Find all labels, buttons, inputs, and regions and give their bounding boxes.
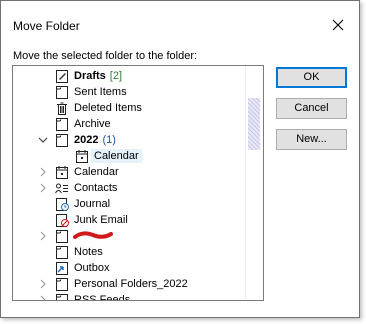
junk-icon (54, 212, 70, 228)
tree-item[interactable] (13, 228, 245, 244)
folder-name: Notes (74, 246, 103, 258)
folder-icon (54, 116, 70, 132)
drafts-folder-icon (54, 68, 70, 84)
move-folder-dialog: Move Folder Move the selected folder to … (0, 0, 360, 318)
tree-item-label: Personal Folders_2022 (74, 277, 188, 291)
folder-name: RSS Feeds (74, 294, 131, 301)
chevron-right-icon[interactable] (37, 277, 49, 291)
journal-icon (54, 196, 70, 212)
folder-name: Outbox (74, 262, 110, 274)
unread-count: (1) (102, 134, 116, 146)
folder-name: Calendar (74, 166, 119, 178)
tree-item[interactable]: Personal Folders_2022 (13, 276, 245, 292)
folder-prompt: Move the selected folder to the folder: (13, 50, 198, 62)
folder-icon (54, 244, 70, 260)
tree-item[interactable]: Junk Email (13, 212, 245, 228)
chevron-right-icon[interactable] (37, 181, 49, 195)
folder-name: Junk Email (74, 214, 128, 226)
tree-item[interactable]: Archive (13, 116, 245, 132)
close-icon[interactable] (325, 13, 351, 37)
folder-icon (54, 292, 70, 300)
tree-item-label: Calendar (74, 165, 119, 179)
tree-item-label: RSS Feeds (74, 293, 131, 301)
tree-item-label: Sent Items (74, 85, 127, 99)
folder-name: 2022 (74, 134, 99, 146)
chevron-right-icon[interactable] (37, 229, 49, 243)
redaction-scribble (73, 229, 113, 241)
tree-item[interactable]: 2022 (1) (13, 132, 245, 148)
tree-item-label: Deleted Items (74, 101, 142, 115)
folder-name: Archive (74, 118, 111, 130)
tree-item[interactable]: Notes (13, 244, 245, 260)
folder-tree[interactable]: Drafts [2] Sent Items Deleted Items Archive 2… (12, 65, 264, 301)
folder-name: Drafts (74, 70, 106, 82)
chevron-right-icon[interactable] (37, 293, 49, 300)
title-bar: Move Folder (1, 1, 359, 39)
tree-item[interactable]: RSS Feeds (13, 292, 245, 301)
folder-icon (54, 84, 70, 100)
calendar-icon (74, 148, 90, 164)
tree-item-label: Journal (74, 197, 110, 211)
tree-item-label: Calendar (91, 149, 142, 163)
ok-button[interactable]: OK (276, 67, 347, 88)
tree-item-label: Outbox (74, 261, 109, 275)
contacts-icon (54, 180, 70, 196)
tree-item[interactable]: Outbox (13, 260, 245, 276)
folder-name: Contacts (74, 182, 118, 194)
tree-item[interactable]: Drafts [2] (13, 68, 245, 84)
chevron-down-icon[interactable] (37, 133, 49, 147)
calendar-icon (54, 164, 70, 180)
tree-item[interactable]: Sent Items (13, 84, 245, 100)
vertical-scrollbar[interactable] (245, 66, 263, 300)
dialog-title: Move Folder (13, 19, 80, 33)
unread-count: [2] (109, 70, 123, 82)
tree-item[interactable]: Journal (13, 196, 245, 212)
folder-icon (54, 228, 70, 244)
folder-name: Calendar (94, 150, 139, 162)
tree-item-label: 2022 (1) (74, 133, 116, 147)
trash-icon (54, 100, 70, 116)
tree-item-label: Contacts (74, 181, 117, 195)
folder-icon (54, 276, 70, 292)
tree-item[interactable]: Deleted Items (13, 100, 245, 116)
folder-name: Sent Items (74, 86, 127, 98)
cancel-button[interactable]: Cancel (276, 98, 347, 119)
scrollbar-thumb[interactable] (248, 98, 260, 150)
tree-item[interactable]: Calendar (13, 148, 245, 164)
folder-icon (54, 132, 70, 148)
tree-item-label: Notes (74, 245, 103, 259)
tree-item-label: Junk Email (74, 213, 128, 227)
chevron-right-icon[interactable] (37, 165, 49, 179)
folder-name: Journal (74, 198, 111, 210)
folder-name: Personal Folders_2022 (74, 278, 188, 290)
tree-item-label: Drafts [2] (74, 69, 122, 83)
tree-item[interactable]: Contacts (13, 180, 245, 196)
outbox-icon (54, 260, 70, 276)
tree-item[interactable]: Calendar (13, 164, 245, 180)
tree-item-label: Archive (74, 117, 111, 131)
new-folder-button[interactable]: New... (276, 129, 347, 150)
folder-name: Deleted Items (74, 102, 142, 114)
